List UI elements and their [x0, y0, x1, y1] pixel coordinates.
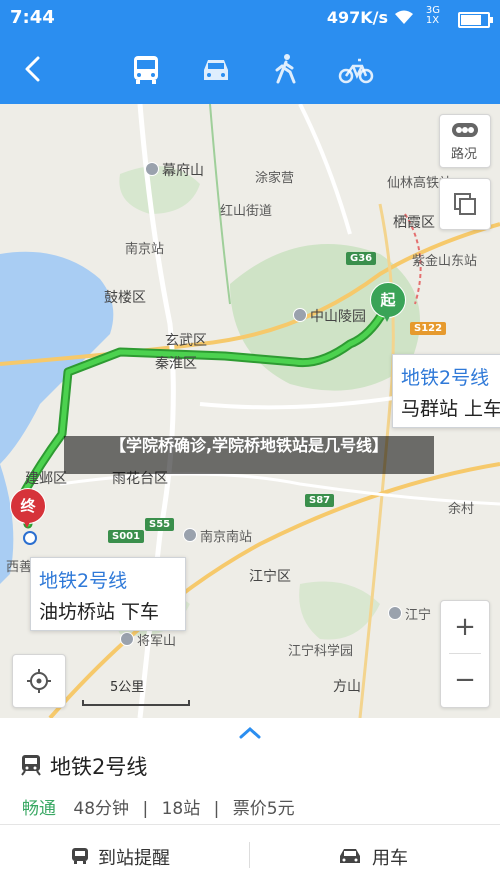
- end-callout[interactable]: 地铁2号线 油坊桥站 下车: [30, 557, 186, 631]
- battery-icon: [458, 12, 493, 28]
- bus-alert-icon: [72, 848, 88, 864]
- route-stops: 18站: [161, 799, 201, 819]
- zoom-out-button[interactable]: −: [441, 654, 489, 706]
- bike-icon[interactable]: [336, 50, 376, 90]
- traffic-label: 路况: [451, 147, 478, 162]
- poi-hongshan: 红山街道: [220, 204, 273, 219]
- arrival-reminder-button[interactable]: 到站提醒: [70, 840, 210, 876]
- zoom-in-button[interactable]: +: [441, 601, 489, 653]
- scale-label: 5公里: [110, 680, 145, 695]
- scale-bar: [82, 700, 190, 706]
- start-line-name: 地铁2号线: [401, 367, 490, 389]
- poi-xishan: 西善: [6, 560, 33, 575]
- subway-icon: [21, 755, 41, 776]
- road-badge-s001: S001: [108, 530, 145, 543]
- poi-zhongshanling: 中山陵园: [293, 306, 366, 326]
- status-bar: 7:44 497K/s 3G 1X: [0, 0, 500, 36]
- poi-zijinshan: 紫金山东站: [412, 254, 478, 269]
- poi-nanjingnan: 南京南站: [183, 526, 252, 545]
- overlay-caption: 【学院桥确诊,学院桥地铁站是几号线】: [64, 436, 434, 474]
- traffic-button[interactable]: 路况: [439, 114, 491, 168]
- car-icon[interactable]: [196, 50, 236, 90]
- poi-mufushan: 幕府山: [145, 160, 204, 180]
- traffic-icon: [452, 123, 478, 137]
- network-indicator: 3G 1X: [425, 5, 440, 26]
- road-badge-s122: S122: [410, 322, 447, 335]
- bus-icon[interactable]: [126, 50, 166, 90]
- arrival-reminder-label: 到站提醒: [98, 848, 170, 869]
- route-duration: 48分钟: [73, 799, 130, 819]
- road-badge-s87: S87: [305, 494, 335, 507]
- poi-gulou: 鼓楼区: [104, 290, 146, 306]
- road-badge-g36: G36: [346, 252, 377, 265]
- poi-fangshan: 方山: [333, 679, 361, 695]
- nav-bar: [0, 36, 500, 104]
- route-status: 畅通: [22, 799, 56, 819]
- road-badge-s55: S55: [145, 518, 175, 531]
- poi-jiangningkexue: 江宁科学园: [288, 644, 354, 659]
- layers-icon: [454, 193, 476, 215]
- poi-tujiaying: 涂家营: [255, 171, 295, 186]
- start-callout[interactable]: 地铁2号线 马群站 上车: [392, 354, 500, 428]
- poi-xuanwu: 玄武区: [165, 333, 207, 349]
- end-line-name: 地铁2号线: [39, 570, 128, 592]
- end-marker[interactable]: 终: [10, 488, 46, 534]
- ride-hailing-label: 用车: [372, 848, 408, 869]
- route-info: 畅通 48分钟 | 18站 | 票价5元: [22, 799, 295, 819]
- start-stop-name: 马群站 上车: [401, 398, 500, 420]
- car-icon: [340, 849, 360, 863]
- end-stop-name: 油坊桥站 下车: [39, 601, 160, 623]
- status-time: 7:44: [10, 7, 55, 28]
- map-view[interactable]: 幕府山 涂家营 红山街道 仙林高铁站 南京站 栖霞区 鼓楼区 中山陵园 紫金山东…: [0, 104, 500, 718]
- poi-jiangning2: 江宁: [388, 604, 431, 623]
- route-panel[interactable]: 地铁2号线 畅通 48分钟 | 18站 | 票价5元 到站提醒 用车: [0, 718, 500, 888]
- poi-jianye: 建邺区: [25, 471, 67, 487]
- locate-icon: [27, 669, 51, 693]
- ride-hailing-button[interactable]: 用车: [338, 840, 448, 876]
- start-marker[interactable]: 起: [370, 282, 406, 328]
- route-title: 地铁2号线: [50, 755, 148, 779]
- poi-jiangning: 江宁区: [249, 569, 291, 585]
- zoom-controls: + −: [440, 600, 490, 708]
- locate-button[interactable]: [12, 654, 66, 708]
- wifi-icon: [395, 10, 413, 24]
- back-icon[interactable]: [18, 54, 48, 84]
- poi-qixia: 栖霞区: [393, 215, 435, 231]
- poi-qinhuai: 秦淮区: [155, 356, 197, 372]
- layers-button[interactable]: [439, 178, 491, 230]
- status-speed: 497K/s: [326, 8, 388, 27]
- poi-nanjingzhan: 南京站: [125, 242, 165, 257]
- poi-yucai: 余村: [448, 502, 475, 517]
- walk-icon[interactable]: [266, 50, 306, 90]
- poi-jiangjunshan: 将军山: [120, 630, 176, 649]
- chevron-up-icon[interactable]: [238, 726, 262, 740]
- route-fare: 票价5元: [232, 799, 295, 819]
